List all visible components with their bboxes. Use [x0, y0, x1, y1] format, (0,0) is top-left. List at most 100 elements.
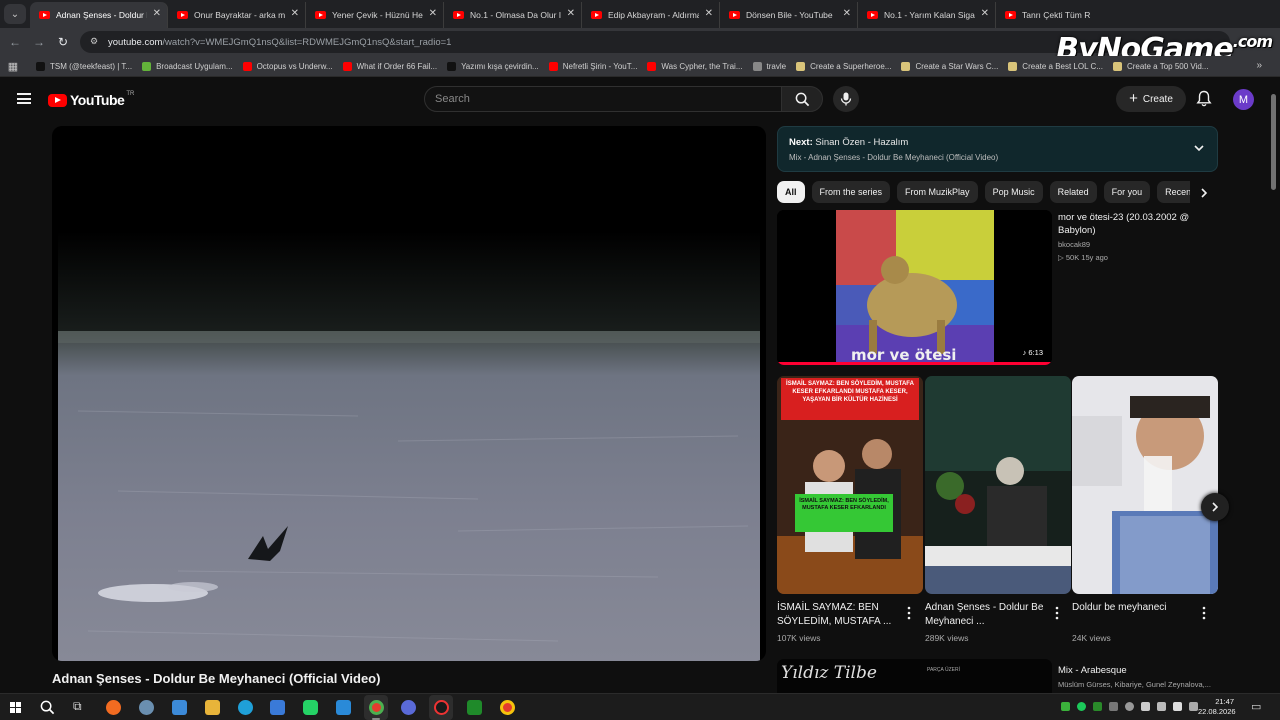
bookmark-item[interactable]: Broadcast Uygulam... — [142, 61, 233, 71]
discord-icon[interactable] — [401, 700, 416, 715]
mix-title[interactable]: Mix - Arabesque — [1058, 665, 1127, 676]
chrome-icon[interactable] — [369, 700, 384, 715]
bookmark-item[interactable]: Create a Star Wars C... — [901, 61, 998, 71]
bookmark-item[interactable]: Was Cypher, the Trai... — [647, 61, 743, 71]
filter-chip[interactable]: From the series — [811, 181, 891, 203]
bookmark-favicon-icon — [1008, 61, 1018, 71]
short-card[interactable]: İSMAİL SAYMAZ: BEN SÖYLEDİM, MUSTAFA KES… — [777, 376, 923, 643]
bookmark-item[interactable]: Yazımı kışa çevirdin... — [447, 61, 539, 71]
tab-close-icon[interactable]: ✕ — [843, 8, 851, 19]
volume-icon[interactable] — [1173, 702, 1182, 711]
whatsapp-icon[interactable] — [303, 700, 318, 715]
short-thumbnail[interactable]: İSMAİL SAYMAZ: BEN SÖYLEDİM, MUSTAFA KES… — [777, 376, 923, 594]
tab-title: Onur Bayraktar - arka mahalle — [194, 10, 285, 20]
chrome-icon[interactable] — [500, 700, 515, 715]
app-icon[interactable] — [139, 700, 154, 715]
edge-icon[interactable] — [238, 700, 253, 715]
notifications-button[interactable] — [1196, 90, 1212, 112]
recommended-video-title[interactable]: mor ve ötesi-23 (20.03.2002 @ Babylon) — [1058, 211, 1208, 237]
filter-chip[interactable]: From MuzikPlay — [897, 181, 978, 203]
reload-icon[interactable]: ↻ — [51, 35, 75, 49]
tray-icon[interactable] — [1093, 702, 1102, 711]
bookmark-item[interactable]: What if Order 66 Fail... — [342, 61, 438, 71]
forward-arrow-icon[interactable]: → — [27, 35, 51, 49]
store-icon[interactable] — [172, 700, 187, 715]
task-view-icon[interactable]: ⧉ — [73, 699, 82, 714]
tab-close-icon[interactable]: ✕ — [981, 8, 989, 19]
recommended-video-thumbnail[interactable]: mor ve ötesi ♪ 6:13 — [777, 210, 1052, 365]
browser-tab-active[interactable]: Adnan Şenses - Doldur Be ✕ — [30, 2, 168, 28]
browser-tab[interactable]: Tanrı Çekti Tüm R — [996, 2, 1134, 28]
chevron-down-icon[interactable] — [1193, 142, 1205, 154]
filter-chip[interactable]: Related — [1049, 181, 1097, 203]
bookmark-item[interactable]: Nefretli Şirin - YouT... — [548, 61, 637, 71]
video-player[interactable] — [52, 126, 766, 661]
page-scrollbar[interactable] — [1271, 94, 1276, 190]
app-icon[interactable] — [434, 700, 449, 715]
taskbar-clock[interactable]: 21:47 22.08.2026 — [1198, 697, 1236, 717]
notification-center-icon[interactable]: ▭ — [1251, 700, 1261, 713]
mix-thumb-caption: Yıldız Tilbe — [781, 663, 877, 683]
browser-tab[interactable]: Yener Çevik - Hüznü Hece ✕ — [306, 2, 444, 28]
tab-search-button[interactable]: ⌄ — [4, 4, 26, 24]
bookmark-item[interactable]: Create a Top 500 Vid... — [1112, 61, 1208, 71]
youtube-logo[interactable]: YouTube TR — [48, 91, 134, 108]
tab-close-icon[interactable]: ✕ — [153, 8, 161, 19]
monitor-icon[interactable] — [270, 700, 285, 715]
tab-close-icon[interactable]: ✕ — [429, 8, 437, 19]
hamburger-menu-icon[interactable] — [17, 93, 31, 104]
app-icon[interactable] — [467, 700, 482, 715]
tray-icon[interactable] — [1109, 702, 1118, 711]
firefox-icon[interactable] — [106, 700, 121, 715]
shorts-next-button[interactable] — [1201, 493, 1229, 521]
more-options-icon[interactable] — [905, 606, 913, 620]
short-thumbnail[interactable] — [925, 376, 1071, 594]
bookmark-item[interactable]: Octopus vs Underw... — [242, 61, 333, 71]
bookmark-item[interactable]: travle — [752, 61, 786, 71]
short-card[interactable]: Adnan Şenses - Doldur Be Meyhaneci ... 2… — [925, 376, 1071, 643]
network-icon[interactable] — [1157, 702, 1166, 711]
tab-close-icon[interactable]: ✕ — [291, 8, 299, 19]
tray-icon[interactable] — [1061, 702, 1070, 711]
file-explorer-icon[interactable] — [205, 700, 220, 715]
recommended-video-channel[interactable]: bkocak89 — [1058, 240, 1090, 249]
bookmark-item[interactable]: Create a Best LOL C... — [1008, 61, 1103, 71]
filter-chip[interactable]: All — [777, 181, 805, 203]
site-info-icon[interactable]: ⚙ — [90, 36, 102, 48]
bookmark-item[interactable]: TSM (@teekfeast) | T... — [36, 61, 132, 71]
filter-chip[interactable]: For you — [1103, 181, 1151, 203]
up-next-panel[interactable]: Next: Sinan Özen - Hazalım Mix - Adnan Ş… — [777, 126, 1218, 172]
more-options-icon[interactable] — [1200, 606, 1208, 620]
short-card[interactable]: Doldur be meyhaneci 24K views — [1072, 376, 1218, 643]
browser-tab[interactable]: No.1 - Yarım Kalan Sigara ✕ — [858, 2, 996, 28]
tab-close-icon[interactable]: ✕ — [567, 8, 575, 19]
battery-icon[interactable] — [1189, 702, 1198, 711]
microphone-icon[interactable] — [1141, 702, 1150, 711]
bookmark-item[interactable]: Create a Superheroe... — [796, 61, 891, 71]
search-input[interactable]: Search — [424, 86, 782, 112]
browser-tab[interactable]: No.1 - Olmasa Da Olur II ft. ✕ — [444, 2, 582, 28]
browser-tab[interactable]: Onur Bayraktar - arka mahalle ✕ — [168, 2, 306, 28]
up-next-line: Next: Sinan Özen - Hazalım — [789, 137, 908, 148]
back-arrow-icon[interactable]: ← — [3, 35, 27, 49]
bookmarks-overflow-button[interactable]: » — [1256, 60, 1262, 71]
short-thumbnail[interactable] — [1072, 376, 1218, 594]
more-options-icon[interactable] — [1053, 606, 1061, 620]
create-button[interactable]: + Create — [1116, 86, 1186, 112]
account-avatar[interactable]: M — [1233, 89, 1254, 110]
apps-grid-icon[interactable]: ▦ — [0, 60, 26, 73]
chips-scroll-right-button[interactable] — [1190, 181, 1218, 205]
windows-start-icon[interactable] — [10, 702, 21, 713]
bookmark-favicon-icon — [342, 61, 352, 71]
filter-chip[interactable]: Pop Music — [984, 181, 1043, 203]
tray-icon[interactable] — [1125, 702, 1134, 711]
search-button[interactable] — [781, 86, 823, 112]
mail-icon[interactable] — [336, 700, 351, 715]
taskbar-search-icon[interactable] — [40, 700, 55, 715]
tab-close-icon[interactable]: ✕ — [705, 8, 713, 19]
bookmark-label: What if Order 66 Fail... — [356, 61, 438, 71]
voice-search-button[interactable] — [833, 86, 859, 112]
tray-icon[interactable] — [1077, 702, 1086, 711]
browser-tab[interactable]: Dönsen Bile - YouTube ✕ — [720, 2, 858, 28]
browser-tab[interactable]: Edip Akbayram - Aldırma ✕ — [582, 2, 720, 28]
